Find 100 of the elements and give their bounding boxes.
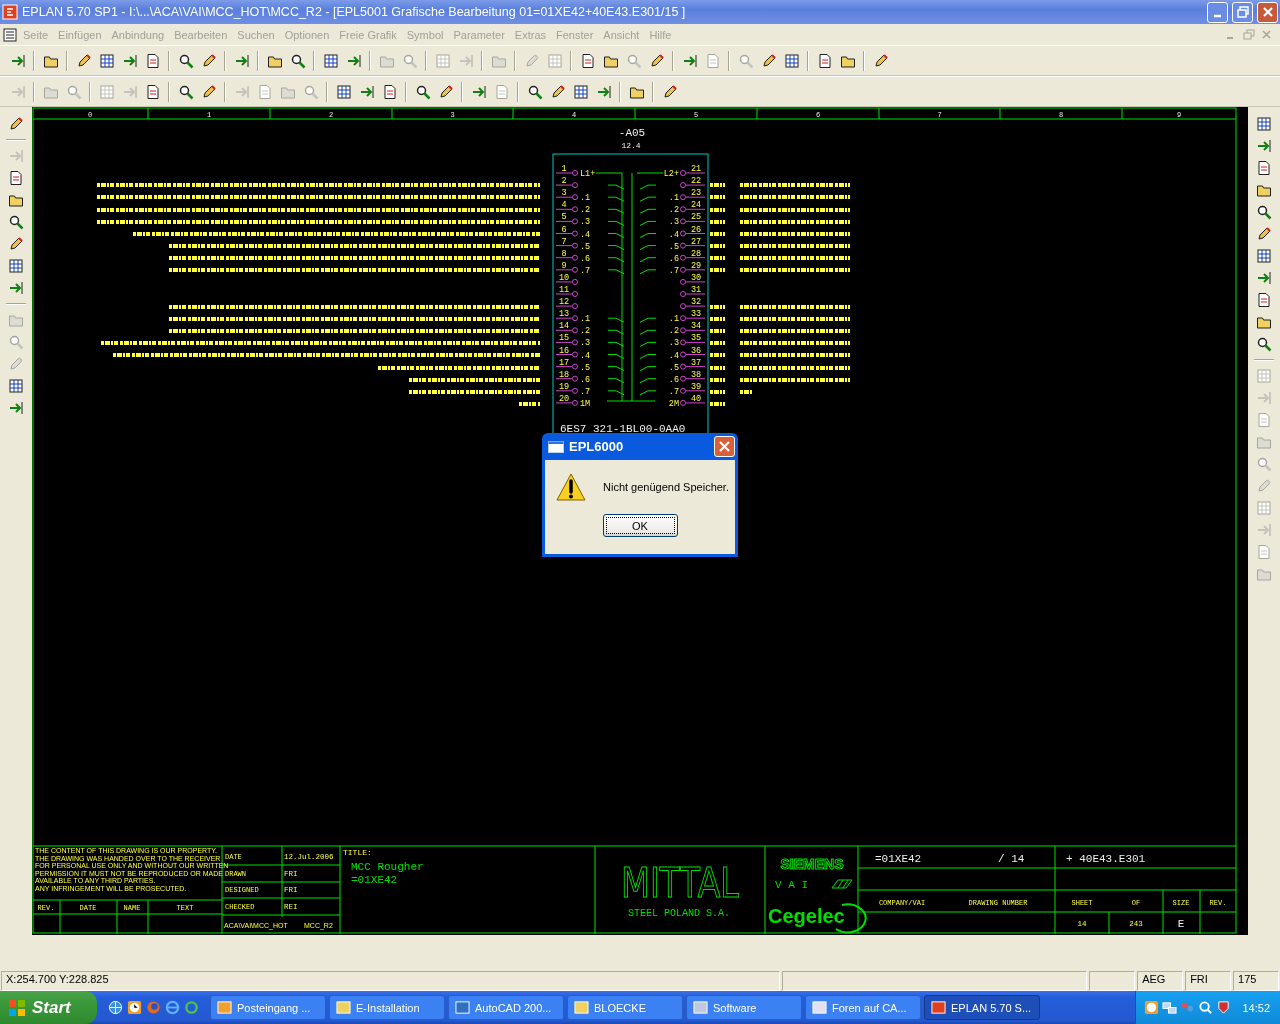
magnifier-icon[interactable] xyxy=(1256,204,1272,220)
warning-icon xyxy=(555,472,587,502)
arrow-icon[interactable] xyxy=(681,52,698,69)
page-icon[interactable] xyxy=(144,83,161,100)
terminal-number: 1 xyxy=(561,164,567,174)
terminal-label: .6 xyxy=(668,374,679,385)
shield-icon[interactable] xyxy=(1216,1000,1232,1015)
terminal-label: L1+ xyxy=(580,169,596,179)
terminal-pin xyxy=(555,266,578,273)
refresh-icon[interactable] xyxy=(184,1000,199,1015)
arrow-icon[interactable] xyxy=(595,83,612,100)
terminal-label: .2 xyxy=(580,326,591,337)
clock-icon[interactable] xyxy=(127,1000,142,1015)
function-code: =01XE42 xyxy=(875,853,922,865)
page-icon[interactable] xyxy=(1256,160,1272,176)
arrow-icon[interactable] xyxy=(345,52,362,69)
grid-icon[interactable] xyxy=(322,52,339,69)
terminal-number: 39 xyxy=(690,381,702,392)
pencil-icon[interactable] xyxy=(437,83,454,100)
terminal-pin xyxy=(680,351,706,358)
start-button[interactable]: Start xyxy=(0,991,97,1024)
arrow-icon[interactable] xyxy=(1256,138,1272,154)
pencil-icon[interactable] xyxy=(648,52,665,69)
ok-button[interactable]: OK xyxy=(602,514,678,537)
terminal-number: 6 xyxy=(561,224,567,235)
terminal-number: 12 xyxy=(558,297,570,308)
terminal-pin xyxy=(555,339,578,346)
terminal-number: 4 xyxy=(561,200,567,211)
arrow-icon[interactable] xyxy=(1256,270,1272,286)
pencil-icon[interactable] xyxy=(200,52,217,69)
terminal-number: 29 xyxy=(690,260,702,271)
grid-icon[interactable] xyxy=(98,52,115,69)
magnifier-icon[interactable] xyxy=(177,83,194,100)
pencil-icon[interactable] xyxy=(8,116,24,132)
pencil-icon[interactable] xyxy=(661,83,678,100)
pencil-icon[interactable] xyxy=(872,52,889,69)
taskbar-button[interactable]: Foren auf CA... xyxy=(805,995,921,1020)
arrow-icon[interactable] xyxy=(233,52,250,69)
page-count: / 14 xyxy=(998,853,1025,865)
browser-icon[interactable] xyxy=(165,1000,180,1015)
grid-icon[interactable] xyxy=(572,83,589,100)
pencil-icon[interactable] xyxy=(760,52,777,69)
page-icon[interactable] xyxy=(816,52,833,69)
terminal-pin xyxy=(680,254,706,261)
taskbar-button[interactable]: AutoCAD 200... xyxy=(448,995,564,1020)
program-icon xyxy=(931,1000,946,1015)
taskbar-button[interactable]: BLOECKE xyxy=(567,995,683,1020)
magnifier-icon[interactable] xyxy=(8,214,24,230)
terminal-label: .5 xyxy=(580,362,591,373)
page-icon[interactable] xyxy=(381,83,398,100)
program-icon xyxy=(693,1000,708,1015)
taskbar-button[interactable]: EPLAN 5.70 S... xyxy=(924,995,1040,1020)
arrow-icon[interactable] xyxy=(121,52,138,69)
status-field: FRI xyxy=(1185,971,1232,991)
terminal-label: .5 xyxy=(668,362,679,373)
magnifier-icon[interactable] xyxy=(526,83,543,100)
arrow-icon[interactable] xyxy=(470,83,487,100)
pencil-icon[interactable] xyxy=(1256,226,1272,242)
magnifier-icon[interactable] xyxy=(177,52,194,69)
grid-icon[interactable] xyxy=(335,83,352,100)
globe-icon[interactable] xyxy=(108,1000,123,1015)
magnifier-icon[interactable] xyxy=(289,52,306,69)
folder-icon[interactable] xyxy=(1256,182,1272,198)
pencil-icon[interactable] xyxy=(200,83,217,100)
document-icon[interactable] xyxy=(2,26,18,43)
page-icon[interactable] xyxy=(579,52,596,69)
taskbar-button[interactable]: Posteingang ... xyxy=(210,995,326,1020)
grid-icon[interactable] xyxy=(8,258,24,274)
arrow-icon[interactable] xyxy=(358,83,375,100)
network-icon[interactable] xyxy=(1162,1000,1178,1015)
page-icon[interactable] xyxy=(1256,292,1272,308)
page-icon[interactable] xyxy=(144,52,161,69)
grid-icon[interactable] xyxy=(1256,248,1272,264)
folder-icon[interactable] xyxy=(8,192,24,208)
terminal-number: 11 xyxy=(558,285,570,295)
taskbar-button[interactable]: E-Installation xyxy=(329,995,445,1020)
arrow-icon[interactable] xyxy=(8,400,24,416)
terminal-label: .7 xyxy=(668,265,679,276)
pencil-icon[interactable] xyxy=(8,236,24,252)
taskbar-button[interactable]: Software xyxy=(686,995,802,1020)
terminal-pin xyxy=(680,315,706,322)
magnifier-icon[interactable] xyxy=(414,83,431,100)
terminal-label: 1M xyxy=(580,398,591,409)
arrow-icon[interactable] xyxy=(9,52,26,69)
terminal-label: .7 xyxy=(668,386,679,397)
grid-icon[interactable] xyxy=(783,52,800,69)
terminal-number: 18 xyxy=(558,369,570,380)
terminal-number: 20 xyxy=(558,393,570,404)
terminal-label: .3 xyxy=(580,338,591,349)
terminal-pin xyxy=(680,291,706,297)
pencil-icon[interactable] xyxy=(75,52,92,69)
terminal-pin xyxy=(680,399,706,406)
pencil-icon[interactable] xyxy=(549,83,566,100)
page-icon[interactable] xyxy=(8,170,24,186)
grid-icon[interactable] xyxy=(8,378,24,394)
folder-icon[interactable] xyxy=(1256,314,1272,330)
terminal-pin xyxy=(555,182,578,189)
magnifier-icon[interactable] xyxy=(1256,336,1272,352)
grid-icon[interactable] xyxy=(1256,116,1272,132)
arrow-icon[interactable] xyxy=(8,280,24,296)
